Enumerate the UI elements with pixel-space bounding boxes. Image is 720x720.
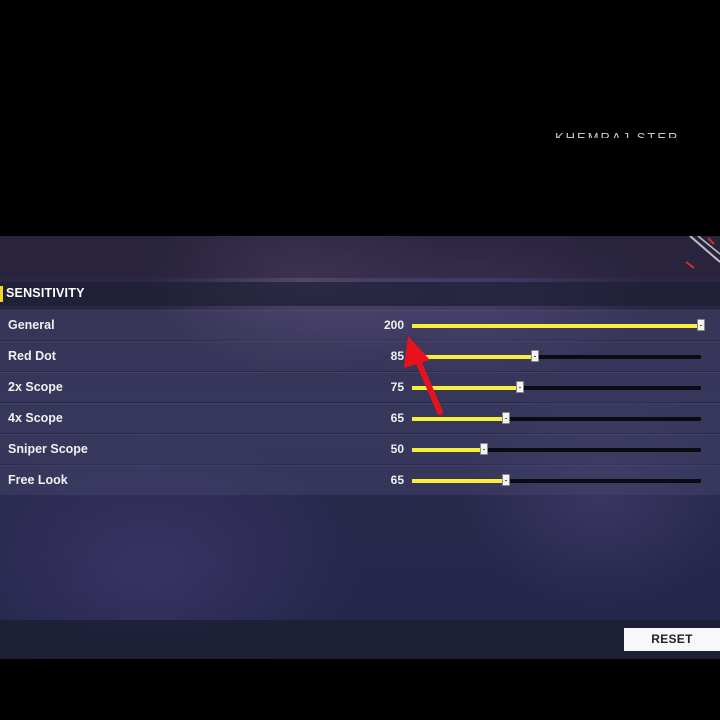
- settings-panel: SENSITIVITY General 200 Red Dot 85 2x Sc…: [0, 236, 720, 659]
- slider-track[interactable]: [412, 474, 701, 486]
- row-value: 50: [390, 442, 404, 456]
- setting-row-2x-scope: 2x Scope 75: [0, 372, 720, 402]
- row-value: 65: [390, 411, 404, 425]
- slider-thumb[interactable]: [501, 474, 510, 486]
- red-arrow-icon: [404, 336, 443, 415]
- setting-row-red-dot: Red Dot 85: [0, 341, 720, 371]
- slider-fill: [412, 479, 506, 483]
- row-value: 65: [390, 473, 404, 487]
- slider-track[interactable]: [412, 443, 701, 455]
- setting-row-general: General 200: [0, 310, 720, 340]
- row-value: 200: [383, 318, 404, 332]
- corner-decoration-icon: [685, 236, 720, 269]
- slider-thumb[interactable]: [480, 443, 489, 455]
- section-header: SENSITIVITY: [0, 282, 720, 306]
- row-label: 4x Scope: [8, 411, 63, 425]
- row-label: Free Look: [8, 473, 68, 487]
- row-value: 75: [390, 380, 404, 394]
- setting-row-sniper-scope: Sniper Scope 50: [0, 434, 720, 464]
- slider-fill: [412, 448, 485, 452]
- slider-track[interactable]: [412, 319, 705, 331]
- slider-fill: [412, 324, 701, 328]
- row-label: Red Dot: [8, 349, 56, 363]
- setting-row-4x-scope: 4x Scope 65: [0, 403, 720, 433]
- watermark-text: KHEMRAJ STER: [555, 130, 680, 138]
- footer-bar: [0, 620, 720, 659]
- section-accent-marker: [0, 286, 3, 302]
- reset-button[interactable]: RESET: [624, 628, 720, 651]
- row-value: 85: [390, 349, 404, 363]
- row-label: Sniper Scope: [8, 442, 88, 456]
- slider-thumb[interactable]: [501, 412, 510, 424]
- row-label: 2x Scope: [8, 380, 63, 394]
- section-title: SENSITIVITY: [6, 286, 85, 300]
- slider-thumb[interactable]: [516, 381, 525, 393]
- slider-thumb[interactable]: [530, 350, 539, 362]
- setting-row-free-look: Free Look 65: [0, 465, 720, 495]
- panel-header: [0, 236, 720, 278]
- top-letterbox: [0, 0, 720, 236]
- slider-thumb[interactable]: [697, 319, 705, 331]
- row-label: General: [8, 318, 55, 332]
